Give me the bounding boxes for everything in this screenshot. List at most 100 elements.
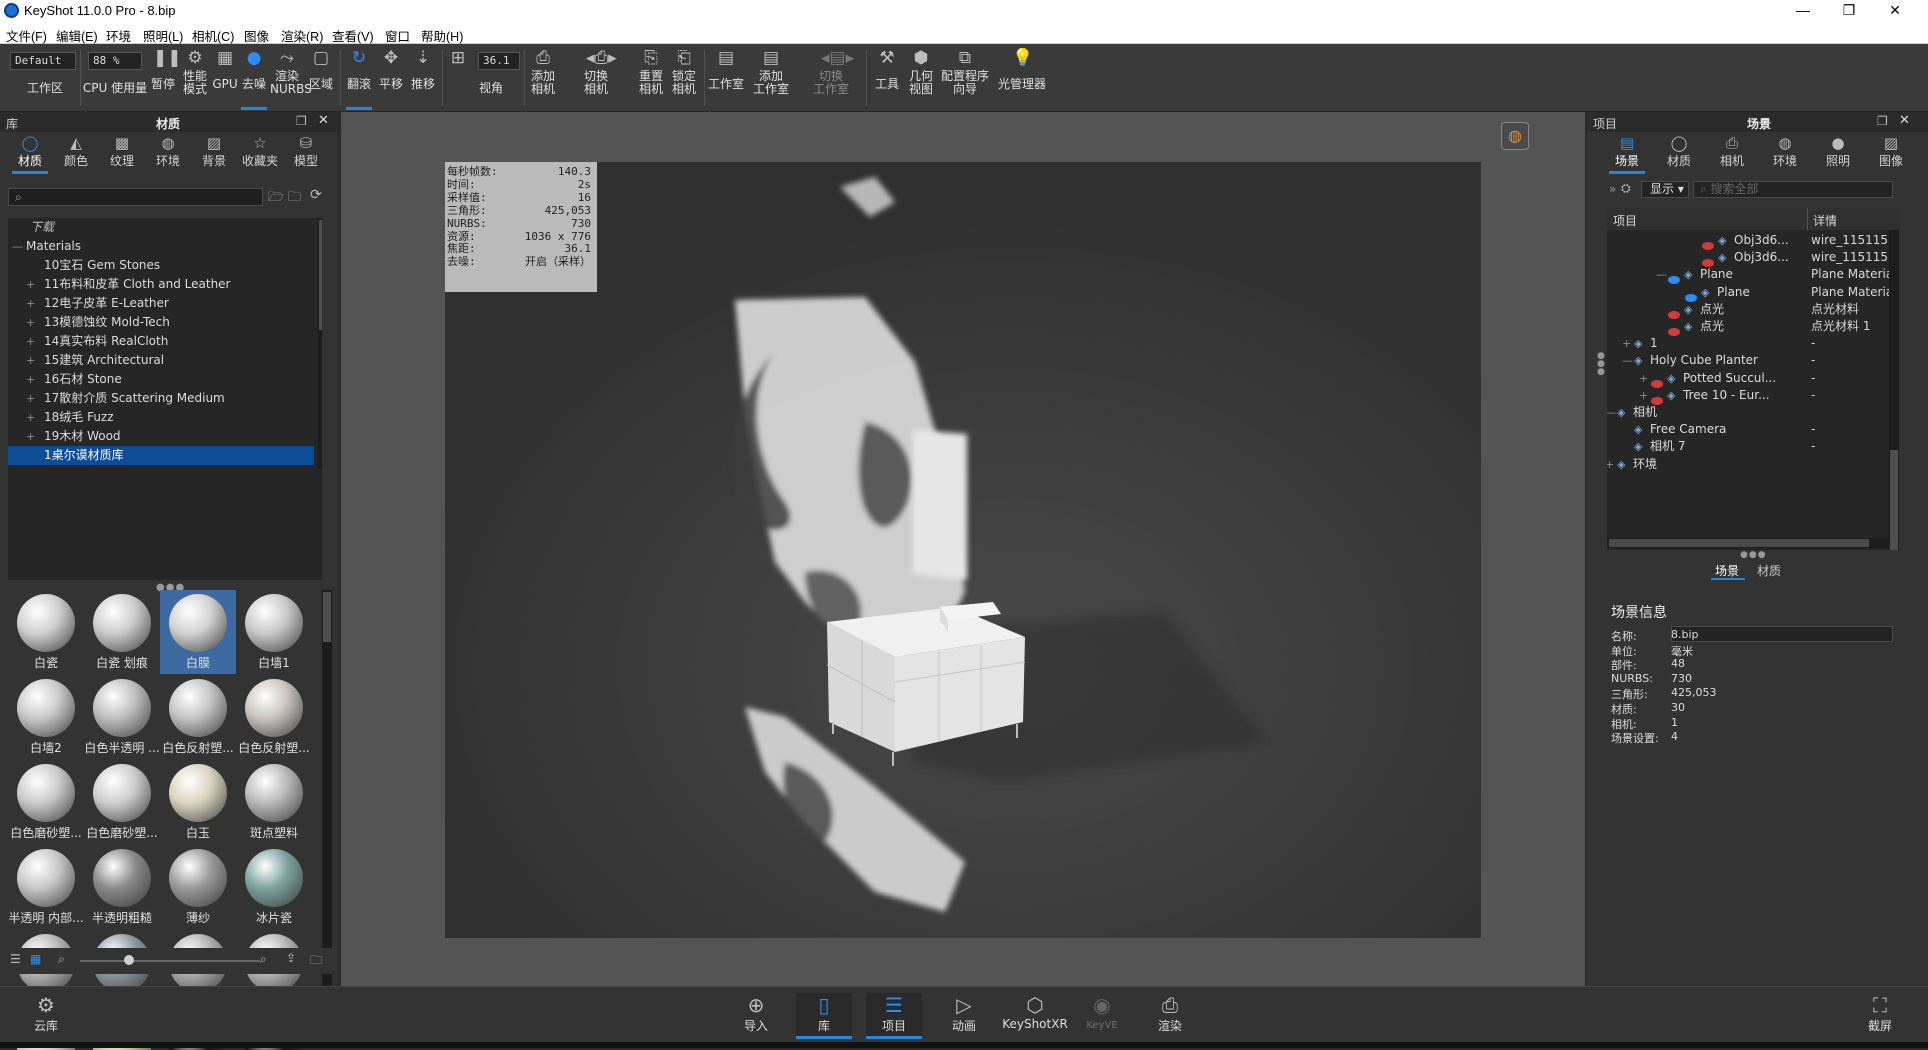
zoom-out-icon[interactable]: ⌕ [58,952,65,967]
list-view-icon[interactable]: ☰ [10,952,21,966]
light-manager-button[interactable]: 💡 光管理器 [994,48,1050,108]
menu-help[interactable]: 帮助(H) [421,26,463,45]
grid-scrollbar[interactable] [322,590,332,1045]
folder-open-icon[interactable]: 🗁 [268,188,284,210]
menu-environment[interactable]: 环境 [106,26,131,45]
minimize-button[interactable]: — [1780,0,1826,22]
tab-textures[interactable]: ▩ 纹理 [100,134,144,169]
tab-camera[interactable]: ⎙ 相机 [1710,134,1754,169]
tree-item-gem-stones[interactable]: 10宝石 Gem Stones [8,256,314,275]
add-camera-button[interactable]: ⎙ 添加 相机 [528,48,558,108]
region-button[interactable]: ▢ 区域 [306,48,336,108]
gpu-button[interactable]: ▦ GPU [212,48,238,108]
library-search-input[interactable]: ⌕ [8,188,263,206]
scene-globe-icon[interactable]: ◍ [1501,122,1529,150]
collapse-icon[interactable]: — [12,237,23,256]
tab-project-materials[interactable]: ◯ 材质 [1657,134,1701,169]
render-viewport[interactable]: 每秒帧数: 140.3 时间: 2s 采样值: 16 三角形: 425,053 NURBS: 73… [341,112,1585,986]
material-thumbnail[interactable]: 冰片瓷 [236,845,312,929]
material-thumbnail[interactable]: 白墙1 [236,590,312,674]
tab-environments[interactable]: ◍ 环境 [146,134,190,169]
view-angle-icon-button[interactable]: ⊞ [448,48,468,108]
tab-materials[interactable]: ◯ 材质 [8,134,52,174]
tumble-button[interactable]: ↻ 翻滚 [344,48,374,110]
expand-icon[interactable]: + [26,332,35,351]
material-thumbnail[interactable]: 白玉 [160,760,236,844]
dolly-button[interactable]: ⇣ 推移 [408,48,438,108]
tab-backgrounds[interactable]: ▨ 背景 [192,134,236,169]
menu-image[interactable]: 图像 [244,26,269,45]
material-thumbnail[interactable]: 白色反射塑... [236,675,312,759]
scene-tree-row[interactable]: + ◈ 环境 [1607,454,1893,475]
tree-item-e-leather[interactable]: +12电子皮革 E-Leather [8,294,314,313]
panel-close-icon[interactable]: ✕ [1899,113,1910,128]
keyshotxr-button[interactable]: ⬡ KeyShotXR [1000,993,1070,1039]
tab-lighting[interactable]: ● 照明 [1816,134,1860,169]
material-thumbnail[interactable]: 白色反射塑... [160,675,236,759]
column-header-item[interactable]: 项目 [1613,212,1637,229]
cpu-usage-field[interactable]: 88 % [88,52,142,70]
menu-file[interactable]: 文件(F) [6,26,47,45]
view-angle-field[interactable]: 36.1 [478,52,520,70]
project-button[interactable]: ☰ 项目 [866,993,922,1039]
cloud-library-button[interactable]: ⚙ 云库 [18,993,74,1039]
menu-camera[interactable]: 相机(C) [192,26,234,45]
display-dropdown[interactable]: 显示 ▾ [1641,181,1689,198]
tree-item-cloth-leather[interactable]: +11布料和皮革 Cloth and Leather [8,275,314,294]
scene-scrollbar[interactable] [1889,230,1899,550]
studio-button[interactable]: ▤ 工作室 [706,48,746,108]
render-nurbs-button[interactable]: ⤳ 渲染 NURBS [270,48,312,108]
column-header-detail[interactable]: 详情 [1813,212,1837,229]
splitter-handle[interactable]: ●●● [1597,352,1605,377]
import-button[interactable]: ⊕ 导入 [728,993,784,1039]
switch-studio-button[interactable]: ◂▤▸ 切换 工作室 [802,48,860,108]
menu-view[interactable]: 查看(V) [332,26,374,45]
tab-image[interactable]: ▨ 图像 [1869,134,1913,169]
add-studio-button[interactable]: ▤ 添加 工作室 [750,48,792,108]
real-time-render[interactable]: 每秒帧数: 140.3 时间: 2s 采样值: 16 三角形: 425,053 NURBS: 73… [445,162,1481,938]
material-thumbnail[interactable]: 薄纱 [160,845,236,929]
undock-icon[interactable]: ❐ [296,114,307,128]
tree-item-selected-library[interactable]: 1桌尔谟材质库 [8,446,314,465]
tab-scene[interactable]: ▤ 场景 [1605,134,1649,174]
expand-icon[interactable]: + [26,275,35,294]
tab-environment[interactable]: ◍ 环境 [1763,134,1807,169]
material-thumbnail[interactable]: 白色磨砂塑... [84,760,160,844]
maximize-button[interactable]: ❐ [1826,0,1872,22]
render-button[interactable]: ⎙ 渲染 [1142,993,1198,1039]
expand-icon[interactable]: + [1607,454,1614,475]
menu-lighting[interactable]: 照明(L) [143,26,183,45]
zoom-in-icon[interactable]: ⌕ [260,952,267,967]
material-thumbnail[interactable]: 白色半透明 ... [84,675,160,759]
material-thumbnail[interactable]: 白墙2 [8,675,84,759]
tree-item-realcloth[interactable]: +14真实布料 RealCloth [8,332,314,351]
screenshot-button[interactable]: ⛶ 截屏 [1852,993,1908,1039]
reset-camera-button[interactable]: ⎘ 重置 相机 [635,48,667,108]
tab-models[interactable]: ⛁ 模型 [284,134,328,169]
tab-favorites[interactable]: ☆ 收藏夹 [238,134,282,169]
expand-icon[interactable]: + [26,313,35,332]
grid-view-icon[interactable]: ▦ [30,952,41,966]
scene-search-input[interactable]: ⌕ 搜索全部 [1693,181,1893,198]
switch-camera-button[interactable]: ◂⎙▸ 切换 相机 [568,48,624,108]
tree-item-architectural[interactable]: +15建筑 Architectural [8,351,314,370]
expand-all-icon[interactable]: » [1609,182,1616,196]
thumbnail-size-slider[interactable] [80,960,260,962]
configurator-wizard-button[interactable]: ⧉ 配置程序 向导 [938,48,992,108]
tree-item-downloads[interactable]: 下载 [8,218,314,237]
material-thumbnail[interactable]: 半透明粗糙 [84,845,160,929]
close-button[interactable]: ✕ [1872,0,1918,22]
material-thumbnail[interactable]: 斑点塑料 [236,760,312,844]
pan-button[interactable]: ✥ 平移 [376,48,406,108]
material-thumbnail[interactable]: 白瓷 [8,590,84,674]
splitter-handle[interactable]: ●●● [1740,550,1767,560]
scene-tool-icon[interactable]: ⛭ [1621,181,1631,196]
tree-item-stone[interactable]: +16石材 Stone [8,370,314,389]
animation-button[interactable]: ▷ 动画 [936,993,992,1039]
tools-button[interactable]: ⚒ 工具 [872,48,902,108]
undock-icon[interactable]: ❐ [1877,114,1888,128]
tree-scrollbar[interactable] [318,218,322,468]
panel-close-icon[interactable]: ✕ [318,113,329,128]
subtab-materials[interactable]: 材质 [1757,562,1781,579]
tree-item-scattering-medium[interactable]: +17散射介质 Scattering Medium [8,389,314,408]
